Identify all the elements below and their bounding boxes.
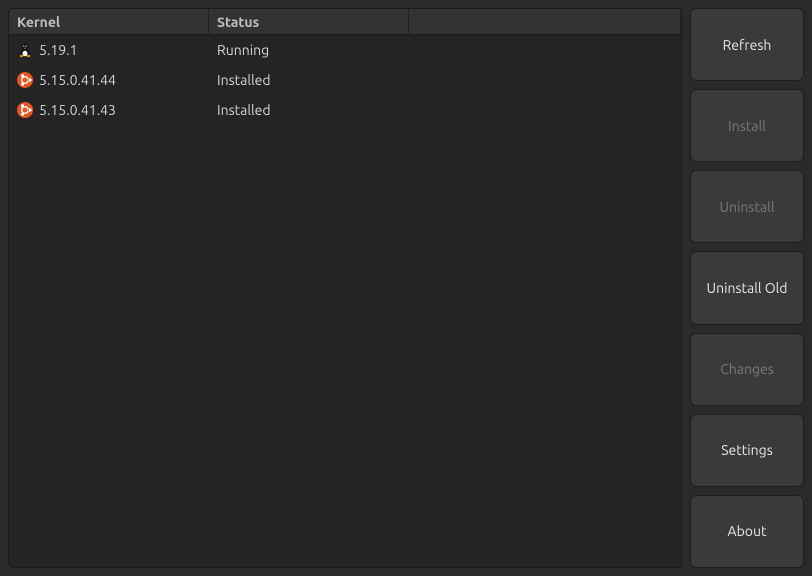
changes-button[interactable]: Changes	[690, 333, 804, 406]
refresh-button[interactable]: Refresh	[690, 8, 804, 81]
uninstall-button[interactable]: Uninstall	[690, 170, 804, 243]
table-body[interactable]: 5.19.1 Running	[9, 35, 681, 567]
tux-icon	[17, 42, 33, 58]
table-row[interactable]: 5.19.1 Running	[9, 35, 681, 65]
table-header: Kernel Status	[9, 9, 681, 35]
table-row[interactable]: 5.15.0.41.44 Installed	[9, 65, 681, 95]
install-button[interactable]: Install	[690, 89, 804, 162]
kernel-version: 5.15.0.41.43	[39, 102, 116, 118]
kernel-version: 5.19.1	[39, 42, 77, 58]
uninstall-old-button[interactable]: Uninstall Old	[690, 251, 804, 324]
kernel-status: Running	[209, 38, 409, 62]
settings-button[interactable]: Settings	[690, 414, 804, 487]
ubuntu-icon	[17, 102, 33, 118]
column-header-status[interactable]: Status	[209, 9, 409, 34]
kernel-version: 5.15.0.41.44	[39, 72, 116, 88]
column-header-extra[interactable]	[409, 9, 681, 34]
ubuntu-icon	[17, 72, 33, 88]
column-header-kernel[interactable]: Kernel	[9, 9, 209, 34]
kernel-status: Installed	[209, 68, 409, 92]
kernel-table-panel: Kernel Status	[8, 8, 682, 568]
kernel-status: Installed	[209, 98, 409, 122]
sidebar-actions: Refresh Install Uninstall Uninstall Old …	[690, 8, 804, 568]
about-button[interactable]: About	[690, 495, 804, 568]
table-row[interactable]: 5.15.0.41.43 Installed	[9, 95, 681, 125]
